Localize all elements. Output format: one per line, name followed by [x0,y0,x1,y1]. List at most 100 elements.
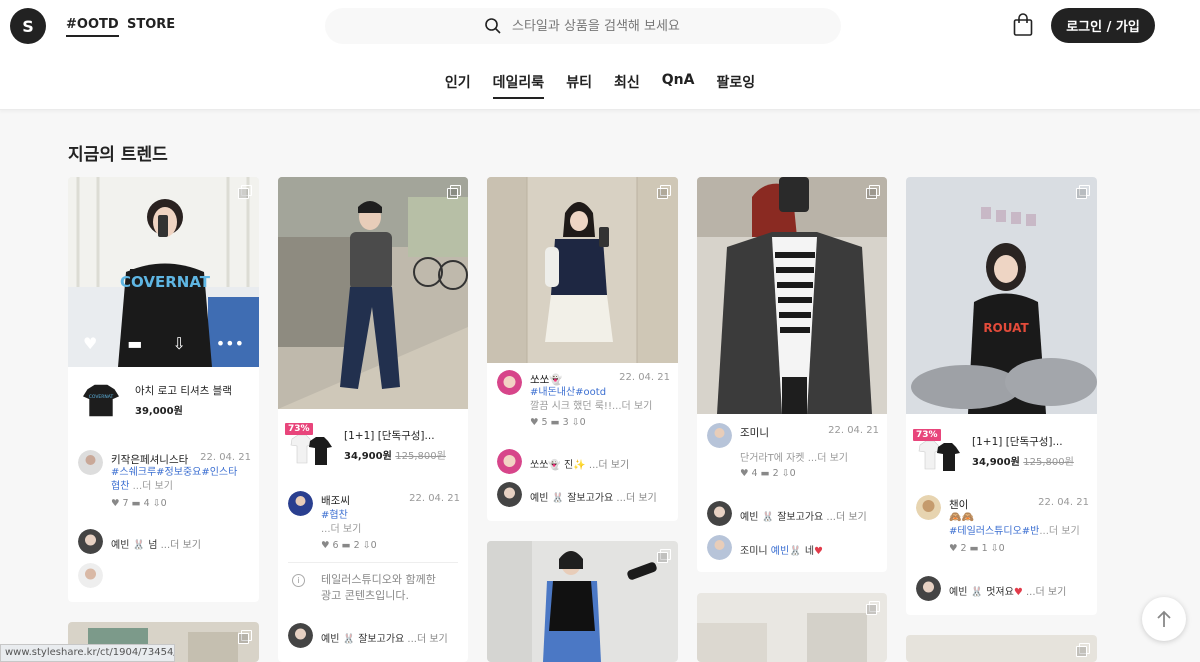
search-bar[interactable] [325,8,841,44]
commenter-name[interactable]: 조미니 [740,546,768,557]
avatar[interactable] [78,563,103,588]
post-photo[interactable] [906,635,1097,662]
post-card[interactable]: 73% [1+1] [단독구성]... 34,900원 125,800원 배조씨… [278,177,468,662]
more-link[interactable]: ...더 보기 [133,481,173,492]
avatar[interactable] [288,491,313,516]
post-card[interactable]: ROUAT 73% [1+1] [단독구성]... 34,900원 125,80… [906,177,1097,615]
more-link[interactable]: ...더 보기 [1039,526,1079,537]
post-stats: ♥ 2 ▬ 1 ⇩0 [949,543,1005,554]
post-card[interactable]: 조미니 22. 04. 21 단거라T에 자켓 ...더 보기 ♥ 4 ▬ 2 … [697,177,887,572]
more-link[interactable]: ...더 보기 [321,524,361,535]
hashtags[interactable]: #스쉐크루#정보중요#인스타 [111,467,237,478]
save-count: 0 [789,468,796,479]
multi-image-icon [238,185,252,199]
mention[interactable]: 예빈 [771,546,789,557]
post-photo[interactable]: ROUAT [906,177,1097,414]
login-button[interactable]: 로그인 / 가입 [1051,8,1155,43]
product-name: [1+1] [단독구성]... [344,430,435,442]
author-name[interactable]: 배조씨 [321,493,350,508]
product-name: [1+1] [단독구성]... [972,436,1063,448]
post-stats: ♥ 7 ▬ 4 ⇩0 [111,498,167,509]
comment-text: 잘보고가요 [777,512,824,523]
hashtags[interactable]: #테일러스튜디오#반 [949,526,1039,537]
author-name[interactable]: 조미니 [740,425,769,440]
commenter-name[interactable]: 예빈 [740,512,758,523]
author-name[interactable]: 챈이 [949,497,968,512]
nav-ootd[interactable]: #OOTD [66,17,119,37]
section-title: 지금의 트렌드 [68,145,168,165]
hashtags[interactable]: #내돈내산#ootd [530,387,606,398]
commenter-name[interactable]: 예빈 [530,493,548,504]
tab-beauty[interactable]: 뷰티 [566,72,592,99]
post-photo[interactable] [278,177,468,409]
multi-image-icon [657,549,671,563]
svg-text:COVERNAT: COVERNAT [89,394,114,400]
post-card[interactable] [906,635,1097,662]
comment-icon[interactable]: ▬ [127,334,142,353]
tab-following[interactable]: 팔로잉 [716,72,755,99]
like-icon[interactable]: ♥ [83,334,97,353]
post-photo[interactable] [697,593,887,662]
more-link[interactable]: ...더 보기 [826,512,866,523]
avatar[interactable] [78,529,103,554]
product-tag[interactable]: COVERNAT 아치 로고 티셔츠 블랙 39,000원 [78,382,232,418]
post-card[interactable]: COVERNAT ♥ ▬ ⇩ ••• COVERNAT 아치 로고 티셔츠 블랙… [68,177,259,602]
avatar[interactable] [707,423,732,448]
commenter-name[interactable]: 예빈 [111,540,129,551]
comment-row [78,563,251,589]
logo-icon[interactable]: S [10,8,46,44]
avatar[interactable] [288,623,313,648]
more-link[interactable]: ...더 보기 [161,540,201,551]
author-name[interactable]: 쏘쏘👻 [530,372,562,387]
divider [288,562,458,563]
avatar[interactable] [78,450,103,475]
product-tag[interactable]: 73% [1+1] [단독구성]... 34,900원 125,800원 [285,423,446,465]
commenter-name[interactable]: 예빈 [321,634,339,645]
post-photo[interactable] [487,541,678,662]
tab-dailylook[interactable]: 데일리룩 [492,72,545,99]
avatar[interactable] [707,501,732,526]
emoji: 🙈🙈 [949,512,974,523]
avatar[interactable] [916,576,941,601]
avatar[interactable] [497,449,522,474]
post-text: 단거라T에 자켓 [740,453,805,464]
tab-popular[interactable]: 인기 [445,72,471,99]
commenter-name[interactable]: 쏘쏘 [530,460,548,471]
post-date: 22. 04. 21 [200,452,251,463]
avatar[interactable] [916,495,941,520]
multi-image-icon [657,185,671,199]
avatar[interactable] [497,370,522,395]
more-icon[interactable]: ••• [216,334,244,353]
avatar[interactable] [707,535,732,560]
shopping-bag-icon[interactable] [1013,13,1033,41]
more-link[interactable]: ...더 보기 [407,634,447,645]
ad-text: 광고 콘텐츠입니다. [321,589,409,602]
search-input[interactable] [512,18,772,34]
svg-text:COVERNAT: COVERNAT [120,273,211,291]
more-link[interactable]: ...더 보기 [808,453,848,464]
hashtags[interactable]: 협찬 [111,481,129,492]
product-tag[interactable]: 73% [1+1] [단독구성]... 34,900원 125,800원 [913,429,1074,471]
post-card[interactable] [697,593,887,662]
hashtags[interactable]: #협찬 [321,510,348,521]
author-name[interactable]: 키작은페셔니스타 [111,452,188,467]
post-photo[interactable] [487,177,678,363]
tab-latest[interactable]: 최신 [614,72,640,99]
post-photo[interactable] [697,177,887,414]
more-link[interactable]: ...더 보기 [616,493,656,504]
save-count: 0 [160,498,167,509]
tab-qna[interactable]: QnA [662,72,695,99]
heart-icon: ♥ [814,546,824,557]
save-icon[interactable]: ⇩ [172,334,185,353]
more-link[interactable]: ...더 보기 [1026,587,1066,598]
avatar[interactable] [497,482,522,507]
more-link[interactable]: ...더 보기 [612,401,652,412]
scroll-to-top-button[interactable] [1142,597,1186,641]
more-link[interactable]: ...더 보기 [589,460,629,471]
post-card[interactable] [487,541,678,662]
nav-store[interactable]: STORE [127,17,175,32]
commenter-name[interactable]: 예빈 [949,587,967,598]
like-count: 2 [960,543,967,554]
post-card[interactable]: 쏘쏘👻 22. 04. 21 #내돈내산#ootd 깔끔 시크 했던 룩!!...… [487,177,678,521]
emoji: 👻 [549,374,563,386]
